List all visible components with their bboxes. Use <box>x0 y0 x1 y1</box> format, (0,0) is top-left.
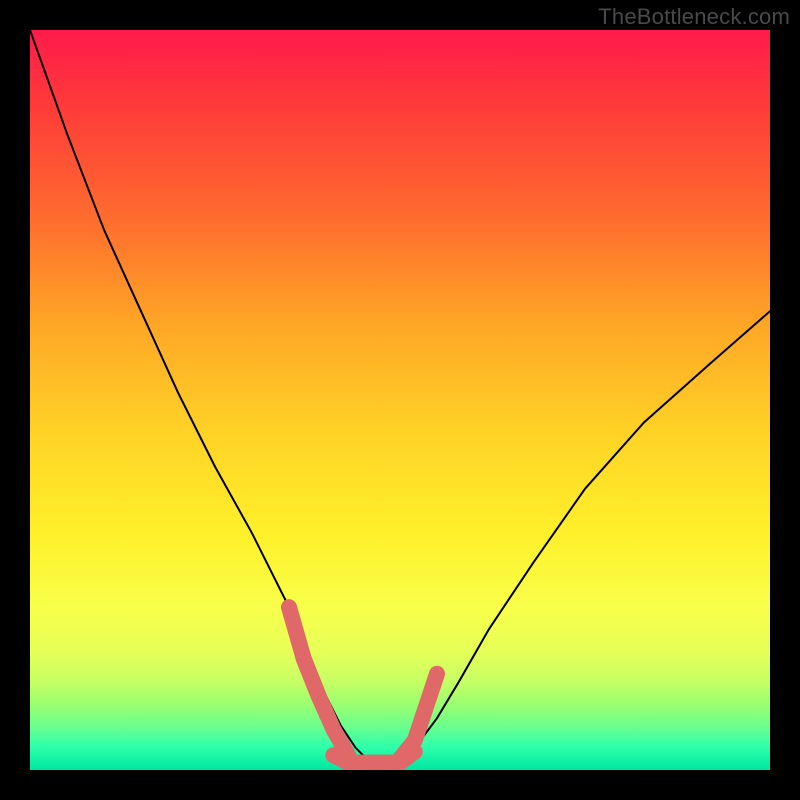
highlight-left-path <box>289 607 348 755</box>
highlight-right-path <box>400 674 437 759</box>
chart-svg <box>30 30 770 770</box>
chart-frame: TheBottleneck.com <box>0 0 800 800</box>
curve-right-path <box>400 311 770 762</box>
watermark-text: TheBottleneck.com <box>598 4 790 30</box>
plot-area <box>30 30 770 770</box>
curve-left-path <box>30 30 370 763</box>
